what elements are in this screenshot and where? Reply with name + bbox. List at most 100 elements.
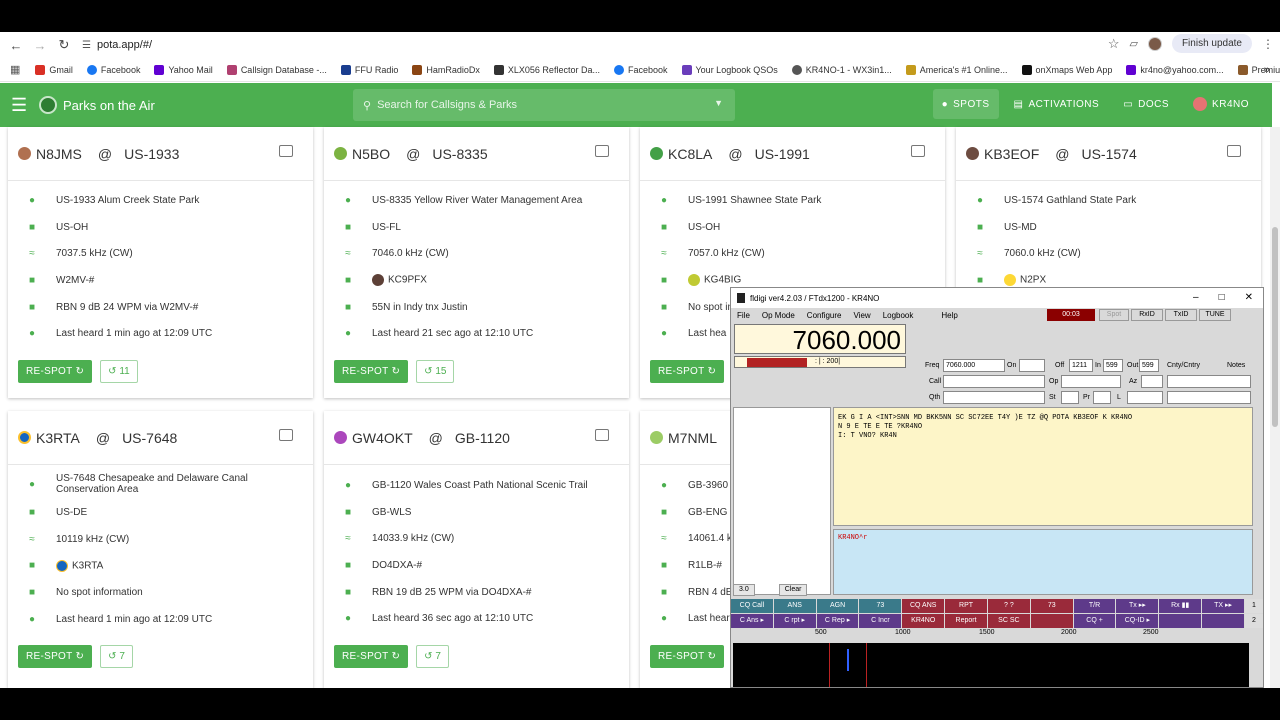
frequency[interactable]: 7046.0 kHz (CW) <box>372 248 629 259</box>
off-field[interactable]: 1211 <box>1069 359 1093 372</box>
nav-spots[interactable]: ● SPOTS <box>932 89 999 119</box>
respot-button[interactable]: RE-SPOT ↻ <box>334 644 409 668</box>
comment-icon[interactable] <box>595 429 609 441</box>
respot-button[interactable]: RE-SPOT ↻ <box>650 644 725 668</box>
park-ref[interactable]: GB-1120 <box>455 430 510 446</box>
frequency[interactable]: 7037.5 kHz (CW) <box>56 248 313 259</box>
macro-button[interactable] <box>1030 614 1073 628</box>
transmit-pane[interactable]: KR4NO^r <box>833 529 1253 595</box>
respot-button[interactable]: RE-SPOT ↻ <box>18 359 93 383</box>
macro-button[interactable]: 73 <box>1030 599 1073 613</box>
park-name[interactable]: US-1991 Shawnee State Park <box>688 195 945 206</box>
bookmark[interactable]: Your Logbook QSOs <box>675 64 785 75</box>
bookmark[interactable]: FFU Radio <box>334 64 406 75</box>
forward-icon[interactable]: → <box>28 33 52 57</box>
country-field[interactable] <box>1167 375 1251 388</box>
park-name[interactable]: US-8335 Yellow River Water Management Ar… <box>372 195 629 206</box>
respot-button[interactable]: RE-SPOT ↻ <box>18 644 93 668</box>
bookmark[interactable]: Yahoo Mail <box>147 64 219 75</box>
bookmark[interactable]: Callsign Database -... <box>220 64 334 75</box>
bookmark[interactable]: Facebook <box>80 64 148 75</box>
nav-docs[interactable]: ▭ DOCS <box>1114 89 1178 119</box>
park-ref[interactable]: US-7648 <box>122 430 177 446</box>
activator-call[interactable]: M7NML <box>668 430 717 446</box>
menu-logbook[interactable]: Logbook <box>883 311 914 320</box>
province-field[interactable] <box>1093 391 1111 404</box>
finish-update-button[interactable]: Finish update <box>1171 34 1252 53</box>
rst-in-field[interactable]: 599 <box>1103 359 1123 372</box>
macro-button[interactable]: ? ? <box>987 599 1030 613</box>
bookmarks-overflow-icon[interactable]: » <box>1264 64 1270 76</box>
history-button[interactable]: ↺ 7 <box>100 644 133 668</box>
maximize-icon[interactable]: □ <box>1219 292 1225 303</box>
close-icon[interactable]: ✕ <box>1245 292 1253 303</box>
park-name[interactable]: US-7648 Chesapeake and Delaware Canal Co… <box>56 473 313 495</box>
bookmark[interactable]: KR4NO-1 - WX3in1... <box>785 64 899 75</box>
macro-set-number[interactable]: 1 <box>1244 599 1263 613</box>
park-name[interactable]: US-1933 Alum Creek State Park <box>56 195 313 206</box>
spot-toggle[interactable]: Spot <box>1099 309 1129 321</box>
fldigi-title-bar[interactable]: fldigi ver4.2.03 / FTdx1200 - KR4NO – □ … <box>731 288 1263 308</box>
history-button[interactable]: ↺ 7 <box>416 644 449 668</box>
pota-logo[interactable] <box>39 96 57 114</box>
frequency[interactable]: 14033.9 kHz (CW) <box>372 533 629 544</box>
az-field[interactable] <box>1141 375 1163 388</box>
macro-set-number[interactable]: 2 <box>1244 614 1263 628</box>
macro-button[interactable]: 73 <box>859 599 902 613</box>
macro-button[interactable]: TX ▸▸ <box>1202 599 1244 613</box>
park-name[interactable]: GB-1120 Wales Coast Path National Scenic… <box>372 480 629 491</box>
state-field[interactable] <box>1061 391 1079 404</box>
comment-icon[interactable] <box>279 145 293 157</box>
freq-field[interactable]: 7060.000 <box>943 359 1005 372</box>
minimize-icon[interactable]: – <box>1193 292 1199 303</box>
macro-button[interactable]: C Rep ▸ <box>816 614 859 628</box>
bookmark[interactable]: Gmail <box>28 64 80 75</box>
clear-button[interactable]: Clear <box>778 584 808 596</box>
frequency[interactable]: 7057.0 kHz (CW) <box>688 248 945 259</box>
macro-button[interactable]: ANS <box>773 599 816 613</box>
bookmark[interactable]: kr4no@yahoo.com... <box>1119 64 1230 75</box>
menu-file[interactable]: File <box>737 311 750 320</box>
page-scrollbar[interactable] <box>1270 127 1280 688</box>
bookmark-star-icon[interactable]: ☆ <box>1108 36 1120 52</box>
extensions-icon[interactable]: ▱ <box>1129 37 1137 50</box>
receive-pane[interactable]: EK G I A <INT>SNN MD BKK5NN SC SC72EE T4… <box>833 407 1253 526</box>
macro-button[interactable]: AGN <box>816 599 859 613</box>
bookmark[interactable]: XLX056 Reflector Da... <box>487 64 607 75</box>
chevron-down-icon[interactable]: ▼ <box>714 98 723 108</box>
macro-button[interactable]: RPT <box>945 599 987 613</box>
macro-button[interactable]: Report <box>945 614 987 628</box>
url-field[interactable]: pota.app/#/ <box>97 39 152 51</box>
macro-button[interactable]: Tx ▸▸ <box>1116 599 1159 613</box>
macro-button[interactable]: SC SC <box>987 614 1030 628</box>
comment-icon[interactable] <box>911 145 925 157</box>
macro-button[interactable] <box>1202 614 1244 628</box>
back-icon[interactable]: ← <box>4 33 28 57</box>
profile-avatar[interactable] <box>1147 36 1162 51</box>
macro-button[interactable]: CQ-ID ▸ <box>1116 614 1159 628</box>
macro-button[interactable]: C Incr <box>859 614 902 628</box>
macro-button[interactable]: C Ans ▸ <box>731 614 773 628</box>
bookmark[interactable]: HamRadioDx <box>405 64 487 75</box>
park-ref[interactable]: US-8335 <box>432 146 487 162</box>
macro-button[interactable]: CQ Call <box>731 599 773 613</box>
comment-icon[interactable] <box>279 429 293 441</box>
bookmark[interactable]: Facebook <box>607 64 675 75</box>
menu-configure[interactable]: Configure <box>807 311 842 320</box>
bookmark[interactable]: America's #1 Online... <box>899 64 1015 75</box>
site-info-icon[interactable]: ☰ <box>82 40 91 51</box>
menu-help[interactable]: Help <box>941 311 957 320</box>
squelch-value[interactable]: 3.0 <box>733 584 755 596</box>
activator-call[interactable]: KC8LA <box>668 146 712 162</box>
rxid-toggle[interactable]: RxID <box>1131 309 1163 321</box>
nav-user[interactable]: KR4NO <box>1184 89 1258 119</box>
macro-button[interactable]: KR4NO <box>902 614 945 628</box>
app-title[interactable]: Parks on the Air <box>63 98 155 113</box>
notes-button[interactable]: Notes <box>1227 362 1245 369</box>
activator-call[interactable]: N8JMS <box>36 146 82 162</box>
bookmark[interactable]: onXmaps Web App <box>1015 64 1120 75</box>
op-field[interactable] <box>1061 375 1121 388</box>
activator-call[interactable]: GW4OKT <box>352 430 413 446</box>
apps-grid-icon[interactable]: ▦ <box>10 63 20 76</box>
menu-view[interactable]: View <box>853 311 870 320</box>
